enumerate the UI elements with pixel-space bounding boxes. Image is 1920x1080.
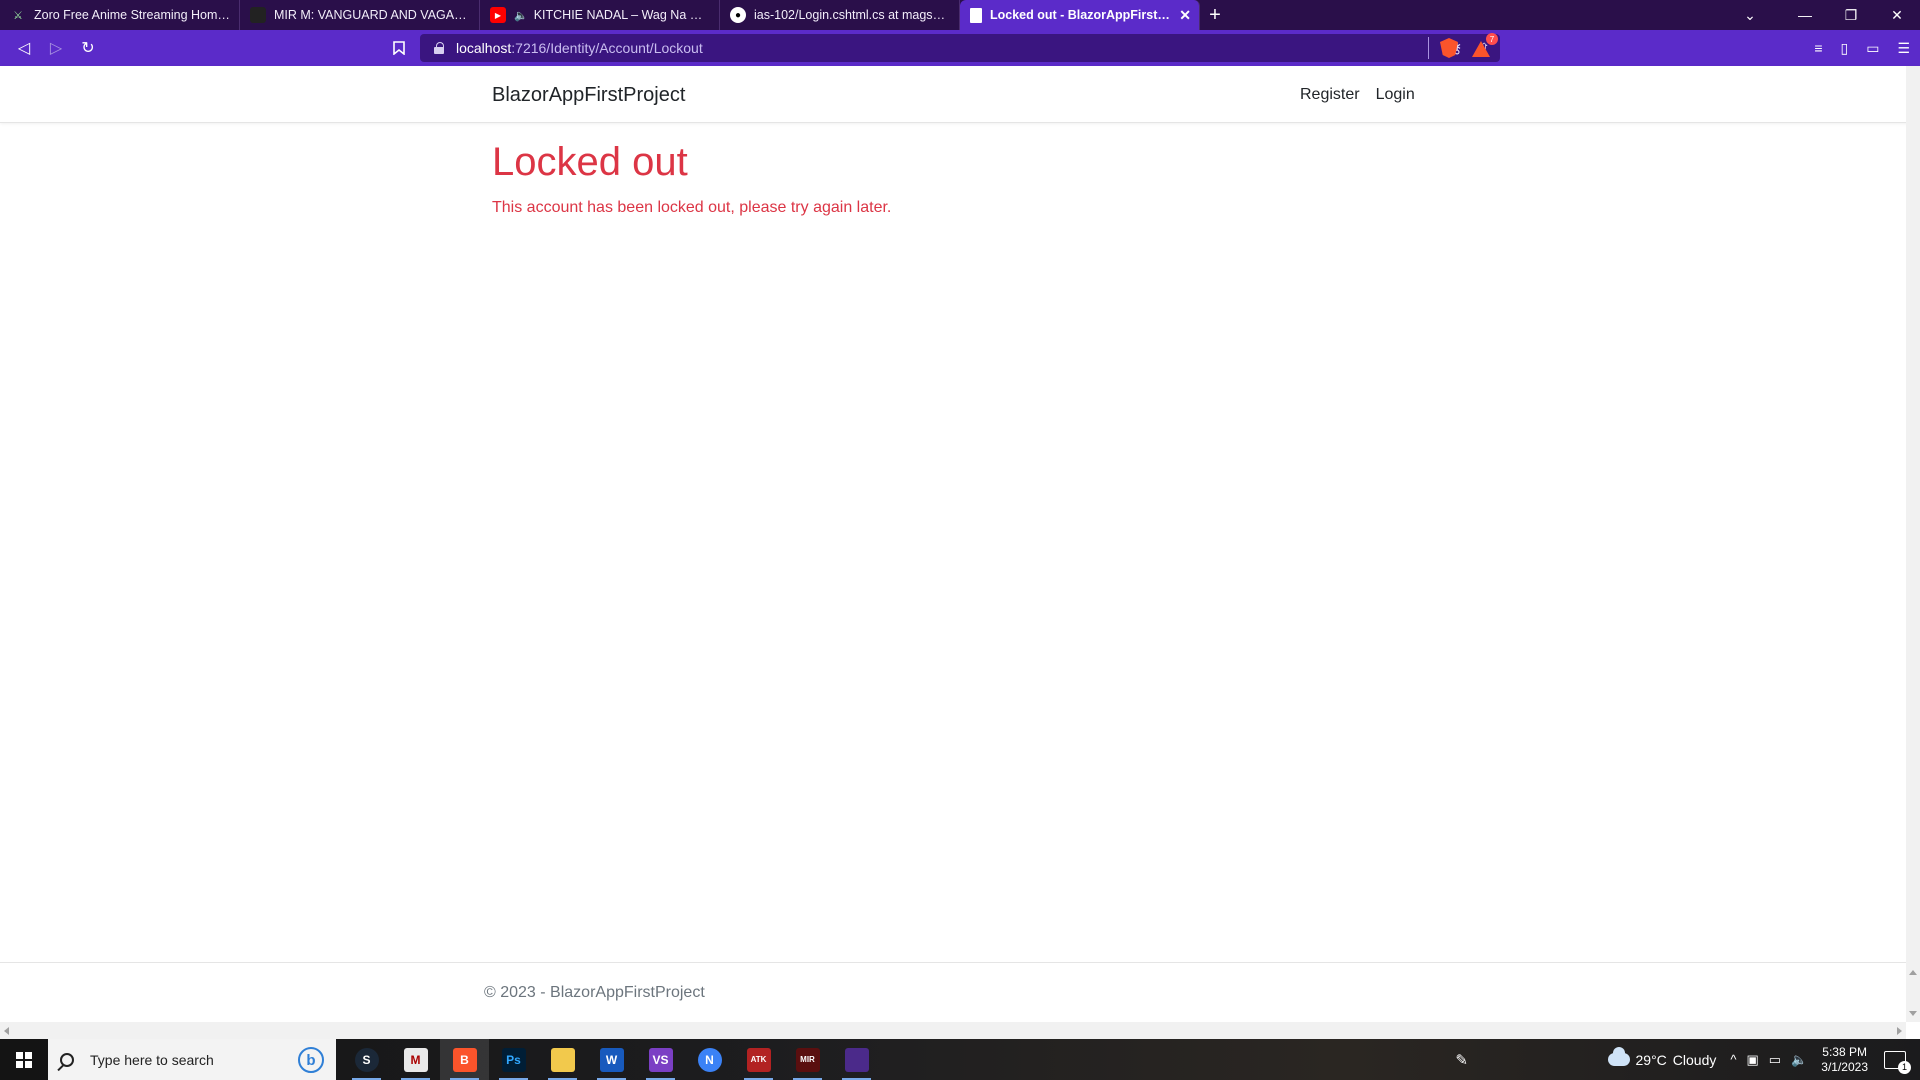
divider [1428, 37, 1429, 59]
game-launcher-icon: M [403, 1047, 428, 1072]
terminal-app-icon [844, 1047, 869, 1072]
wallet-icon[interactable]: ▭ [1866, 40, 1879, 57]
zoro-favicon-icon: ⚔ [13, 9, 23, 22]
taskbar-app-photoshop[interactable]: Ps [489, 1039, 538, 1080]
audio-playing-icon[interactable]: 🔈 [514, 9, 528, 22]
tab-github[interactable]: ● ias-102/Login.cshtml.cs at magsayo · i [720, 0, 960, 30]
visual-studio-icon: VS [648, 1047, 673, 1072]
url-path: :7216/Identity/Account/Lockout [511, 40, 703, 56]
volume-icon[interactable]: 🔈 [1791, 1052, 1807, 1068]
bing-icon[interactable]: b [298, 1047, 324, 1073]
pen-workspace-icon[interactable]: ✎ [1455, 1051, 1468, 1069]
playlist-icon[interactable]: ≡ [1814, 40, 1822, 56]
new-tab-button[interactable]: + [1200, 0, 1230, 30]
taskbar-app-game-mir[interactable]: MIR [783, 1039, 832, 1080]
tab-search-chevron-icon[interactable]: ⌄ [1730, 0, 1770, 30]
taskbar-app-steam[interactable]: S [342, 1039, 391, 1080]
login-link[interactable]: Login [1376, 86, 1415, 104]
search-icon [60, 1052, 74, 1067]
chevron-up-icon[interactable]: ^ [1730, 1052, 1736, 1068]
clock-date: 3/1/2023 [1821, 1059, 1868, 1074]
cloud-icon [1607, 1047, 1630, 1066]
word-icon: W [599, 1047, 624, 1072]
taskbar-app-word[interactable]: W [587, 1039, 636, 1080]
url-host: localhost [456, 40, 512, 56]
taskbar-search[interactable]: Type here to search b [48, 1039, 336, 1080]
youtube-favicon-icon: ▶ [490, 7, 506, 23]
site-brand[interactable]: BlazorAppFirstProject [492, 84, 685, 107]
tab-title: ias-102/Login.cshtml.cs at magsayo · i [754, 8, 951, 22]
clock[interactable]: 5:38 PM 3/1/2023 [1821, 1045, 1868, 1075]
forward-icon[interactable]: ▷ [40, 34, 72, 62]
address-bar[interactable]: localhost :7216/Identity/Account/Lockout… [420, 34, 1500, 62]
meet-now-icon[interactable]: ▣ [1747, 1052, 1759, 1068]
tab-mirm[interactable]: MIR M: VANGUARD AND VAGABOND [240, 0, 480, 30]
network-icon[interactable]: ▭ [1769, 1052, 1781, 1068]
taskbar-app-brave[interactable]: B [440, 1039, 489, 1080]
tab-zoro[interactable]: ⚔ Zoro Free Anime Streaming Homepage [0, 0, 240, 30]
reload-icon[interactable]: ↻ [72, 34, 104, 62]
taskbar-app-terminal[interactable] [832, 1039, 881, 1080]
rewards-badge: 7 [1486, 33, 1498, 45]
taskbar: Type here to search b S M B Ps W VS N AT… [0, 1039, 1920, 1080]
start-button[interactable] [0, 1039, 48, 1080]
scroll-right-icon[interactable] [1897, 1027, 1902, 1035]
site-header: BlazorAppFirstProject Register Login [0, 66, 1920, 123]
tab-youtube[interactable]: ▶ 🔈 KITCHIE NADAL – Wag Na Wag Mo [480, 0, 720, 30]
tab-title: MIR M: VANGUARD AND VAGABOND [274, 8, 471, 22]
app-n-icon: N [697, 1047, 722, 1072]
github-favicon-icon: ● [730, 7, 746, 23]
window-controls: — ❐ ✕ [1782, 0, 1920, 30]
browser-toolbar: ◁ ▷ ↻ localhost :7216/Identity/Account/L… [0, 30, 1920, 66]
mirm-favicon-icon [250, 7, 266, 23]
footer-text: © 2023 - BlazorAppFirstProject [484, 984, 705, 1001]
bookmark-icon[interactable] [385, 34, 413, 62]
horizontal-scrollbar[interactable] [0, 1022, 1906, 1039]
search-placeholder: Type here to search [90, 1051, 214, 1068]
lockout-message: This account has been locked out, please… [492, 199, 892, 216]
tab-title: Zoro Free Anime Streaming Homepage [34, 8, 231, 22]
lock-icon[interactable] [434, 42, 444, 54]
site-footer: © 2023 - BlazorAppFirstProject [0, 962, 1906, 1022]
windows-logo-icon [16, 1051, 32, 1068]
vertical-scrollbar[interactable] [1906, 66, 1920, 1022]
weather-condition: Cloudy [1672, 1051, 1717, 1068]
menu-icon[interactable]: ☰ [1897, 40, 1910, 57]
notification-icon[interactable]: 1 [1884, 1050, 1911, 1074]
system-tray: ✎ 29°C Cloudy ^ ▣ ▭ 🔈 5:38 PM 3/1/2023 1 [1455, 1039, 1920, 1080]
game-atk-icon: ATK [746, 1047, 771, 1072]
scroll-down-icon[interactable] [1909, 1011, 1917, 1016]
tab-locked-out[interactable]: Locked out - BlazorAppFirstProject ✕ [960, 0, 1200, 30]
weather-widget[interactable]: 29°C Cloudy [1607, 1047, 1717, 1068]
close-window-icon[interactable]: ✕ [1874, 0, 1920, 30]
page-title: Locked out [492, 140, 688, 184]
restore-icon[interactable]: ❐ [1828, 0, 1874, 30]
taskbar-app-visual-studio[interactable]: VS [636, 1039, 685, 1080]
sidebar-icon[interactable]: ▯ [1840, 40, 1848, 57]
notification-count: 1 [1898, 1060, 1911, 1074]
taskbar-app-file-explorer[interactable] [538, 1039, 587, 1080]
close-tab-icon[interactable]: ✕ [1179, 7, 1191, 24]
steam-icon: S [354, 1047, 379, 1072]
game-mir-icon: MIR [795, 1047, 820, 1072]
scroll-left-icon[interactable] [4, 1027, 9, 1035]
tab-title: KITCHIE NADAL – Wag Na Wag Mo [533, 8, 711, 22]
folder-icon [550, 1047, 575, 1072]
taskbar-app-game-atk[interactable]: ATK [734, 1039, 783, 1080]
page-favicon-icon [970, 7, 982, 23]
back-icon[interactable]: ◁ [8, 34, 40, 62]
weather-temp: 29°C [1635, 1051, 1667, 1068]
brave-icon: B [452, 1047, 477, 1072]
register-link[interactable]: Register [1300, 86, 1360, 104]
minimize-icon[interactable]: — [1782, 0, 1828, 30]
clock-time: 5:38 PM [1822, 1044, 1867, 1059]
tab-title: Locked out - BlazorAppFirstProject [990, 8, 1173, 22]
taskbar-app-game-launcher[interactable]: M [391, 1039, 440, 1080]
tab-strip: ⚔ Zoro Free Anime Streaming Homepage MIR… [0, 0, 1920, 30]
taskbar-app-n[interactable]: N [685, 1039, 734, 1080]
site-nav: Register Login [1300, 86, 1415, 104]
scroll-up-icon[interactable] [1909, 970, 1917, 975]
taskbar-apps: S M B Ps W VS N ATK MIR [342, 1039, 881, 1080]
photoshop-icon: Ps [501, 1047, 526, 1072]
